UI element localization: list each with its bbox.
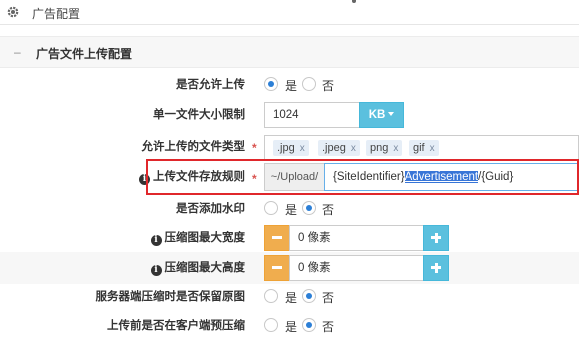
keep-original-no-radio[interactable] <box>302 289 316 303</box>
info-icon: i <box>150 265 162 276</box>
client-compress-yes-radio[interactable] <box>264 318 278 332</box>
watermark-no-radio[interactable] <box>302 201 316 215</box>
watermark-no-label: 否 <box>322 203 335 217</box>
client-compress-label: 上传前是否在客户端预压缩 <box>107 320 245 332</box>
scroll-indicator <box>352 0 356 3</box>
highlight-box <box>146 159 579 195</box>
collapse-icon[interactable]: – <box>14 45 21 59</box>
allow-upload-label: 是否允许上传 <box>176 79 245 91</box>
watermark-label: 是否添加水印 <box>176 203 245 215</box>
tag-gif: gif x <box>409 140 439 156</box>
size-limit-input[interactable]: 1024 <box>264 102 360 128</box>
section-header[interactable]: – 广告文件上传配置 <box>0 36 579 68</box>
info-icon: i <box>150 235 162 246</box>
keep-original-row: 服务器端压缩时是否保留原图 是 否 <box>0 282 579 312</box>
client-compress-no-label: 否 <box>322 320 335 334</box>
tag-label: png <box>370 142 389 154</box>
decrease-height-button[interactable] <box>264 255 290 281</box>
remove-tag-icon[interactable]: x <box>393 143 398 154</box>
thumb-height-input[interactable]: 0 像素 <box>289 255 424 281</box>
thumb-height-label: i 压缩图最大高度 <box>150 252 246 282</box>
remove-tag-icon[interactable]: x <box>351 143 356 154</box>
chevron-down-icon <box>388 112 395 116</box>
tag-png: png x <box>366 140 403 156</box>
unit-dropdown-button[interactable]: KB <box>359 102 404 128</box>
allow-upload-yes-radio[interactable] <box>264 77 278 91</box>
watermark-yes-radio[interactable] <box>264 201 278 215</box>
gear-icon <box>7 6 19 18</box>
keep-original-yes-label: 是 <box>285 291 298 305</box>
allow-upload-row: 是否允许上传 是 否 <box>0 70 579 100</box>
client-compress-row: 上传前是否在客户端预压缩 是 否 <box>0 311 579 341</box>
top-bar: 广告配置 <box>0 0 579 25</box>
tag-jpeg: .jpeg x <box>318 140 360 156</box>
allow-upload-no-radio[interactable] <box>302 77 316 91</box>
remove-tag-icon[interactable]: x <box>430 143 435 154</box>
increase-width-button[interactable] <box>423 225 449 251</box>
tag-label: .jpeg <box>322 142 346 154</box>
tag-label: gif <box>413 142 425 154</box>
thumb-width-label-text: 压缩图最大宽度 <box>164 232 246 244</box>
client-compress-yes-label: 是 <box>285 320 298 334</box>
keep-original-label: 服务器端压缩时是否保留原图 <box>95 291 246 303</box>
allow-upload-no-label: 否 <box>322 79 335 93</box>
required-marker: * <box>252 141 257 155</box>
remove-tag-icon[interactable]: x <box>300 143 305 154</box>
thumb-width-input[interactable]: 0 像素 <box>289 225 424 251</box>
watermark-yes-label: 是 <box>285 203 298 217</box>
thumb-height-label-text: 压缩图最大高度 <box>164 262 246 274</box>
watermark-row: 是否添加水印 是 否 <box>0 194 579 224</box>
increase-height-button[interactable] <box>423 255 449 281</box>
size-limit-label: 单一文件大小限制 <box>153 109 245 121</box>
decrease-width-button[interactable] <box>264 225 290 251</box>
keep-original-no-label: 否 <box>322 291 335 305</box>
section-title: 广告文件上传配置 <box>36 47 133 61</box>
tag-label: .jpg <box>277 142 295 154</box>
allow-upload-yes-label: 是 <box>285 79 298 93</box>
page-title: 广告配置 <box>32 7 81 21</box>
unit-label: KB <box>368 109 386 121</box>
thumb-width-label: i 压缩图最大宽度 <box>150 223 246 253</box>
file-types-label: 允许上传的文件类型 <box>141 141 246 153</box>
keep-original-yes-radio[interactable] <box>264 289 278 303</box>
client-compress-no-radio[interactable] <box>302 318 316 332</box>
tag-jpg: .jpg x <box>273 140 309 156</box>
file-types-input[interactable]: .jpg x .jpeg x png x gif x <box>264 135 579 161</box>
